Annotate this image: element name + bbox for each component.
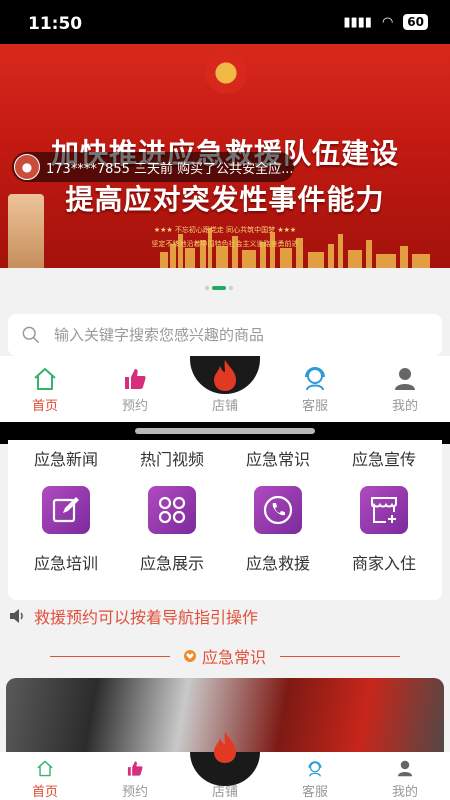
thumbs-up-icon	[127, 761, 143, 776]
carousel-dot[interactable]	[229, 286, 233, 290]
wifi-icon: ◠	[381, 14, 394, 30]
category-publicity[interactable]: 应急宣传	[330, 446, 438, 470]
ticker-text: 173****7855 三天前 购买了公共安全应...	[46, 161, 294, 177]
showcase-button[interactable]	[148, 486, 196, 534]
section-header: 应急常识	[0, 640, 450, 672]
status-time: 11:50	[28, 14, 83, 34]
phone-icon	[263, 495, 293, 525]
home-icon	[34, 368, 56, 390]
battery-icon: 60	[403, 14, 428, 30]
heart-badge-icon	[183, 650, 196, 662]
headset-icon	[305, 367, 325, 391]
tab-booking[interactable]: 预约	[90, 356, 180, 422]
store-add-icon	[371, 497, 397, 523]
training-button[interactable]	[42, 486, 90, 534]
merchant-join-button[interactable]	[360, 486, 408, 534]
tab-service[interactable]: 客服	[270, 752, 360, 800]
label-training: 应急培训	[33, 554, 98, 573]
skyline-graphic	[160, 228, 430, 268]
divider	[49, 655, 170, 657]
category-grid: 应急新闻 热门视频 应急常识 应急宣传 应急培训 应急展示 应急救援 商家入住	[8, 440, 442, 600]
tab-label-service: 客服	[301, 785, 328, 800]
tab-label-home: 首页	[31, 785, 58, 800]
category-news[interactable]: 应急新闻	[12, 446, 120, 470]
section-title: 应急常识	[201, 648, 266, 667]
tab-label-profile: 我的	[391, 785, 418, 800]
search-bar[interactable]	[8, 314, 442, 356]
label-showcase: 应急展示	[139, 554, 204, 573]
signal-icon: ▮▮▮▮	[343, 14, 372, 30]
tab-booking[interactable]: 预约	[90, 752, 180, 800]
search-input[interactable]	[54, 326, 414, 344]
tab-home[interactable]: 首页	[0, 752, 90, 800]
notice-text: 救援预约可以按着导航指引操作	[34, 608, 259, 627]
category-knowledge[interactable]: 应急常识	[224, 446, 332, 470]
emblem-icon	[205, 52, 247, 94]
category-videos[interactable]: 热门视频	[118, 446, 226, 470]
home-icon	[37, 760, 53, 777]
flame-logo-icon	[214, 732, 236, 763]
edit-icon	[52, 497, 79, 523]
notice-bar[interactable]: 救援预约可以按着导航指引操作	[8, 600, 442, 632]
person-icon	[397, 760, 413, 777]
tab-profile[interactable]: 我的	[360, 356, 450, 422]
search-icon	[22, 326, 39, 343]
banner-headline-2: 提高应对突发性事件能力	[65, 183, 385, 216]
tab-service[interactable]: 客服	[270, 356, 360, 422]
label-merchant-join: 商家入住	[351, 554, 416, 573]
speaker-icon	[10, 609, 23, 623]
rescue-button[interactable]	[254, 486, 302, 534]
label-rescue: 应急救援	[245, 554, 310, 573]
carousel-dot-active[interactable]	[212, 286, 226, 290]
home-indicator	[135, 428, 315, 434]
tab-label-booking: 预约	[121, 785, 148, 800]
tab-label-profile: 我的	[391, 399, 418, 414]
tab-label-store: 店铺	[211, 399, 238, 414]
carousel-dot[interactable]	[205, 286, 209, 290]
avatar: ●	[14, 154, 40, 180]
person-icon	[395, 368, 415, 390]
status-bar: 11:50 ▮▮▮▮ ◠ 60	[0, 0, 450, 44]
clover-icon	[158, 496, 186, 524]
thumbs-up-icon	[125, 369, 146, 389]
divider	[280, 655, 400, 657]
flame-logo-icon	[214, 360, 236, 391]
tab-label-home: 首页	[31, 399, 58, 414]
tab-home[interactable]: 首页	[0, 356, 90, 422]
headset-icon	[308, 761, 322, 777]
tab-label-booking: 预约	[121, 399, 148, 414]
carousel-indicator	[205, 286, 233, 290]
tab-profile[interactable]: 我的	[360, 752, 450, 800]
order-ticker: ● 173****7855 三天前 购买了公共安全应...	[12, 152, 294, 182]
tab-label-service: 客服	[301, 399, 328, 414]
monument-icon	[8, 194, 44, 268]
